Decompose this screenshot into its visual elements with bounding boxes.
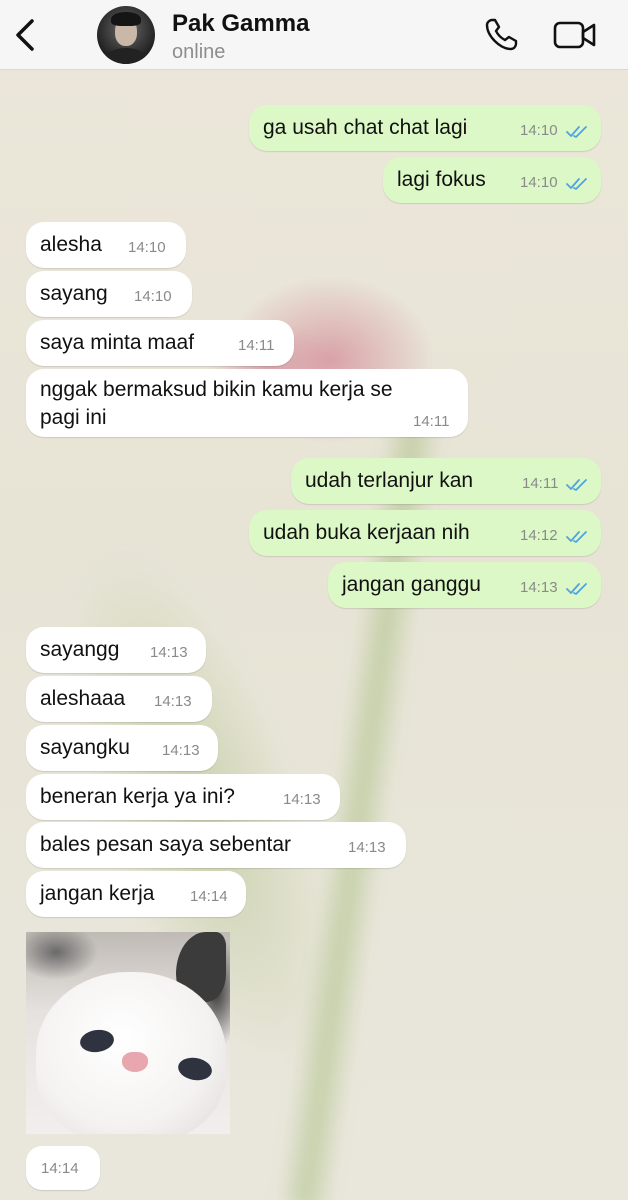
white-cat-photo: [26, 932, 230, 1134]
message-time: 14:10: [520, 174, 558, 191]
chat-header: Pak Gamma online: [0, 0, 628, 70]
double-check-icon: [566, 126, 587, 138]
double-check-icon: [566, 531, 587, 543]
message-text-line: nggak bermaksud bikin kamu kerja se: [40, 378, 393, 401]
message-text: lagi fokus: [397, 168, 486, 191]
back-button[interactable]: [12, 17, 40, 53]
voice-call-button[interactable]: [484, 16, 520, 52]
message-time: 14:11: [413, 413, 450, 430]
message-outgoing[interactable]: lagi fokus 14:10: [383, 157, 601, 203]
message-incoming[interactable]: aleshaaa 14:13: [26, 676, 212, 722]
double-check-icon: [566, 178, 587, 190]
message-incoming[interactable]: sayangku 14:13: [26, 725, 218, 771]
double-check-icon: [566, 479, 587, 491]
message-time: 14:10: [128, 239, 166, 256]
phone-icon: [485, 18, 518, 51]
message-outgoing[interactable]: udah terlanjur kan 14:11: [291, 458, 601, 504]
message-time: 14:14: [190, 888, 228, 905]
image-message-time-bubble: 14:14: [26, 1146, 100, 1190]
message-incoming[interactable]: jangan kerja 14:14: [26, 871, 246, 917]
message-incoming[interactable]: sayang 14:10: [26, 271, 192, 317]
video-camera-icon: [553, 21, 596, 49]
message-time: 14:13: [162, 742, 200, 759]
message-text: saya minta maaf: [40, 331, 195, 354]
message-time: 14:11: [238, 337, 275, 354]
message-time: 14:13: [348, 839, 386, 856]
message-incoming[interactable]: beneran kerja ya ini? 14:13: [26, 774, 340, 820]
message-time: 14:10: [520, 122, 558, 139]
message-outgoing[interactable]: ga usah chat chat lagi 14:10: [249, 105, 601, 151]
message-time: 14:13: [150, 644, 188, 661]
message-outgoing[interactable]: udah buka kerjaan nih 14:12: [249, 510, 601, 556]
contact-status: online: [172, 41, 226, 63]
message-incoming[interactable]: nggak bermaksud bikin kamu kerja se pagi…: [26, 369, 468, 437]
message-time: 14:13: [154, 693, 192, 710]
chevron-left-icon: [16, 19, 34, 51]
message-text: bales pesan saya sebentar: [40, 833, 292, 856]
contact-name[interactable]: Pak Gamma: [172, 10, 309, 38]
video-call-button[interactable]: [552, 18, 598, 52]
message-time: 14:13: [520, 579, 558, 596]
message-text: sayangku: [40, 736, 130, 759]
message-text-line: pagi ini: [40, 406, 107, 429]
message-time: 14:10: [134, 288, 172, 305]
message-incoming[interactable]: bales pesan saya sebentar 14:13: [26, 822, 406, 868]
image-message[interactable]: [26, 932, 230, 1134]
message-time: 14:12: [520, 527, 558, 544]
message-text: jangan kerja: [40, 882, 155, 905]
message-text: ga usah chat chat lagi: [263, 116, 468, 139]
message-time: 14:13: [283, 791, 321, 808]
message-text: sayangg: [40, 638, 120, 661]
avatar[interactable]: [97, 6, 155, 64]
message-outgoing[interactable]: jangan ganggu 14:13: [328, 562, 601, 608]
message-text: jangan ganggu: [342, 573, 481, 596]
message-time: 14:11: [522, 475, 559, 492]
message-text: sayang: [40, 282, 108, 305]
message-incoming[interactable]: sayangg 14:13: [26, 627, 206, 673]
message-text: udah terlanjur kan: [305, 469, 474, 492]
message-text: udah buka kerjaan nih: [263, 521, 470, 544]
message-time: 14:14: [41, 1160, 79, 1177]
message-text: aleshaaa: [40, 687, 126, 710]
message-text: beneran kerja ya ini?: [40, 785, 235, 808]
message-incoming[interactable]: alesha 14:10: [26, 222, 186, 268]
message-incoming[interactable]: saya minta maaf 14:11: [26, 320, 294, 366]
double-check-icon: [566, 583, 587, 595]
message-text: alesha: [40, 233, 102, 256]
